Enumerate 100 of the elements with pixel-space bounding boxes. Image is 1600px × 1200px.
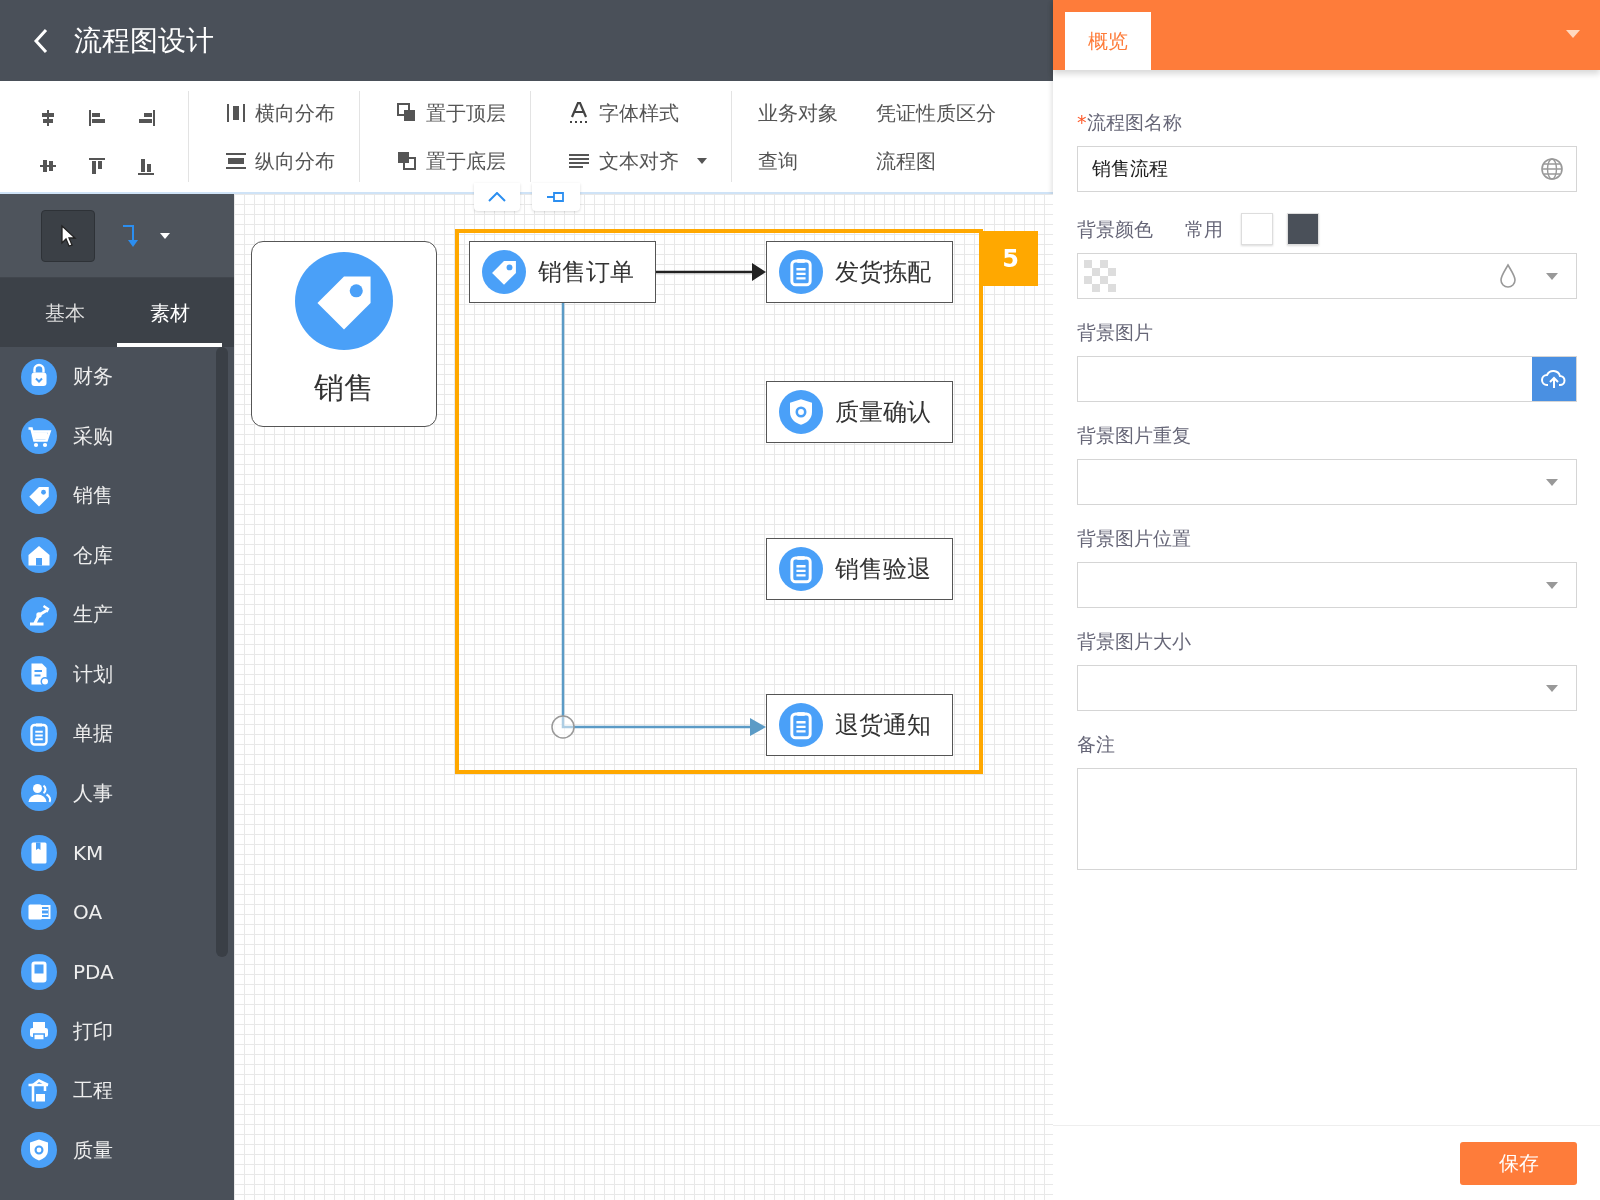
sidebar-item[interactable]: 生产 bbox=[0, 585, 234, 645]
flow-node[interactable]: 质量确认 bbox=[766, 381, 953, 443]
align-left-icon bbox=[86, 107, 108, 129]
required-mark: * bbox=[1077, 111, 1087, 133]
sidebar-item[interactable]: 计划 bbox=[0, 644, 234, 704]
toolbar-button[interactable]: 字体样式 bbox=[567, 94, 707, 132]
field-label: 背景图片大小 bbox=[1077, 629, 1192, 653]
toolbar-button[interactable]: 置于底层 bbox=[396, 142, 506, 180]
clipboard-icon bbox=[21, 715, 57, 752]
sidebar-item[interactable]: 财务 bbox=[0, 347, 234, 407]
droplet-icon bbox=[1498, 263, 1518, 289]
caret-down-icon bbox=[697, 158, 707, 164]
send-to-back-icon bbox=[396, 150, 418, 172]
book-icon bbox=[21, 834, 57, 871]
caret-down-icon bbox=[1546, 478, 1558, 486]
textarea-field[interactable] bbox=[1077, 768, 1577, 870]
sidebar-item[interactable]: OA bbox=[0, 882, 234, 942]
clipboard-icon bbox=[779, 547, 823, 591]
text-field[interactable]: 销售流程 bbox=[1077, 146, 1577, 192]
upload-button[interactable] bbox=[1532, 357, 1576, 401]
shape-card[interactable]: 销售 bbox=[251, 241, 437, 427]
flow-node[interactable]: 销售验退 bbox=[766, 538, 953, 600]
field-label: 背景颜色 bbox=[1077, 217, 1153, 241]
field-label: 常用 bbox=[1185, 217, 1223, 241]
people-icon bbox=[21, 775, 57, 812]
sidebar-item[interactable]: 人事 bbox=[0, 763, 234, 823]
flow-node[interactable]: 销售订单 bbox=[469, 241, 656, 303]
distribute-horizontal-icon bbox=[225, 102, 247, 124]
caret-down-icon bbox=[1546, 272, 1558, 280]
transparent-swatch-icon bbox=[1084, 260, 1116, 292]
toolbar-button[interactable]: 置于顶层 bbox=[396, 94, 506, 132]
color-picker-field[interactable] bbox=[1077, 253, 1577, 299]
sidebar-item[interactable]: 销售 bbox=[0, 466, 234, 526]
chevron-left-icon bbox=[32, 26, 50, 55]
shield-icon bbox=[21, 1132, 57, 1169]
page-title: 流程图设计 bbox=[74, 22, 214, 59]
shield-icon bbox=[779, 390, 823, 434]
robot-arm-icon bbox=[21, 596, 57, 633]
printer-icon bbox=[21, 1013, 57, 1050]
bring-to-front-icon bbox=[396, 102, 418, 124]
field-label: 背景图片 bbox=[1077, 320, 1154, 344]
caret-down-icon bbox=[1546, 581, 1558, 589]
dropdown-button[interactable] bbox=[1566, 30, 1580, 38]
tag-icon bbox=[21, 477, 57, 514]
select-field[interactable] bbox=[1077, 665, 1577, 711]
sidebar-item[interactable]: KM bbox=[0, 823, 234, 883]
flow-node[interactable]: 发货拣配 bbox=[766, 241, 953, 303]
pin-button[interactable] bbox=[532, 183, 580, 211]
tag-icon bbox=[482, 250, 526, 294]
align-top-icon bbox=[86, 155, 108, 177]
caret-down-icon bbox=[160, 232, 170, 239]
connector-handle[interactable] bbox=[551, 715, 575, 739]
clipboard-icon bbox=[779, 703, 823, 747]
sidebar-item[interactable]: 采购 bbox=[0, 406, 234, 466]
field-label: 背景图片位置 bbox=[1077, 526, 1192, 550]
count-badge: 5 bbox=[983, 231, 1038, 286]
field-label: 流程图名称 bbox=[1086, 111, 1182, 133]
crane-icon bbox=[21, 1072, 57, 1109]
sidebar-item[interactable]: 单据 bbox=[0, 704, 234, 764]
select-field[interactable] bbox=[1077, 459, 1577, 505]
sidebar-item[interactable]: 工程 bbox=[0, 1061, 234, 1121]
cursor-icon bbox=[59, 223, 77, 248]
color-swatch[interactable] bbox=[1241, 213, 1273, 245]
file-field[interactable] bbox=[1077, 356, 1577, 402]
chevron-up-icon bbox=[488, 192, 506, 202]
clipboard-icon bbox=[779, 250, 823, 294]
toolbar-button[interactable]: 文本对齐 bbox=[567, 142, 707, 180]
caret-down-icon bbox=[1546, 684, 1558, 692]
field-label: 背景图片重复 bbox=[1077, 423, 1192, 447]
toolbar-button[interactable]: 纵向分布 bbox=[225, 142, 335, 180]
collapse-button[interactable] bbox=[474, 183, 520, 211]
sidebar-item[interactable]: 质量 bbox=[0, 1120, 234, 1180]
tag-icon bbox=[295, 252, 393, 350]
field-label: 备注 bbox=[1077, 732, 1116, 756]
document-icon bbox=[21, 656, 57, 693]
pointer-tool-button[interactable] bbox=[41, 209, 95, 262]
toolbar-link[interactable]: 流程图 bbox=[876, 142, 996, 180]
caret-down-icon bbox=[1566, 30, 1580, 38]
color-swatch[interactable] bbox=[1287, 213, 1319, 245]
flow-node[interactable]: 退货通知 bbox=[766, 694, 953, 756]
shape-label: 销售 bbox=[314, 369, 374, 407]
sidebar-item[interactable]: 仓库 bbox=[0, 525, 234, 585]
distribute-vertical-icon bbox=[225, 150, 247, 172]
connector-icon bbox=[122, 222, 138, 249]
toolbar-link[interactable]: 凭证性质区分 bbox=[876, 94, 996, 132]
house-icon bbox=[21, 537, 57, 574]
globe-icon bbox=[1540, 157, 1564, 181]
sidebar-tab[interactable]: 基本 bbox=[12, 278, 117, 347]
sidebar-item[interactable]: 打印 bbox=[0, 1001, 234, 1061]
toolbar-button[interactable]: 横向分布 bbox=[225, 94, 335, 132]
toolbar-link[interactable]: 业务对象 bbox=[758, 94, 838, 132]
toolbar-link[interactable]: 查询 bbox=[758, 142, 838, 180]
sidebar-tab[interactable]: 素材 bbox=[117, 278, 222, 347]
sidebar-item[interactable]: PDA bbox=[0, 942, 234, 1002]
pin-icon bbox=[546, 190, 566, 204]
handheld-device-icon bbox=[21, 953, 57, 990]
cloud-upload-icon bbox=[1541, 368, 1567, 390]
select-field[interactable] bbox=[1077, 562, 1577, 608]
document-card-icon bbox=[21, 894, 57, 931]
arrow-connector[interactable] bbox=[656, 263, 766, 281]
